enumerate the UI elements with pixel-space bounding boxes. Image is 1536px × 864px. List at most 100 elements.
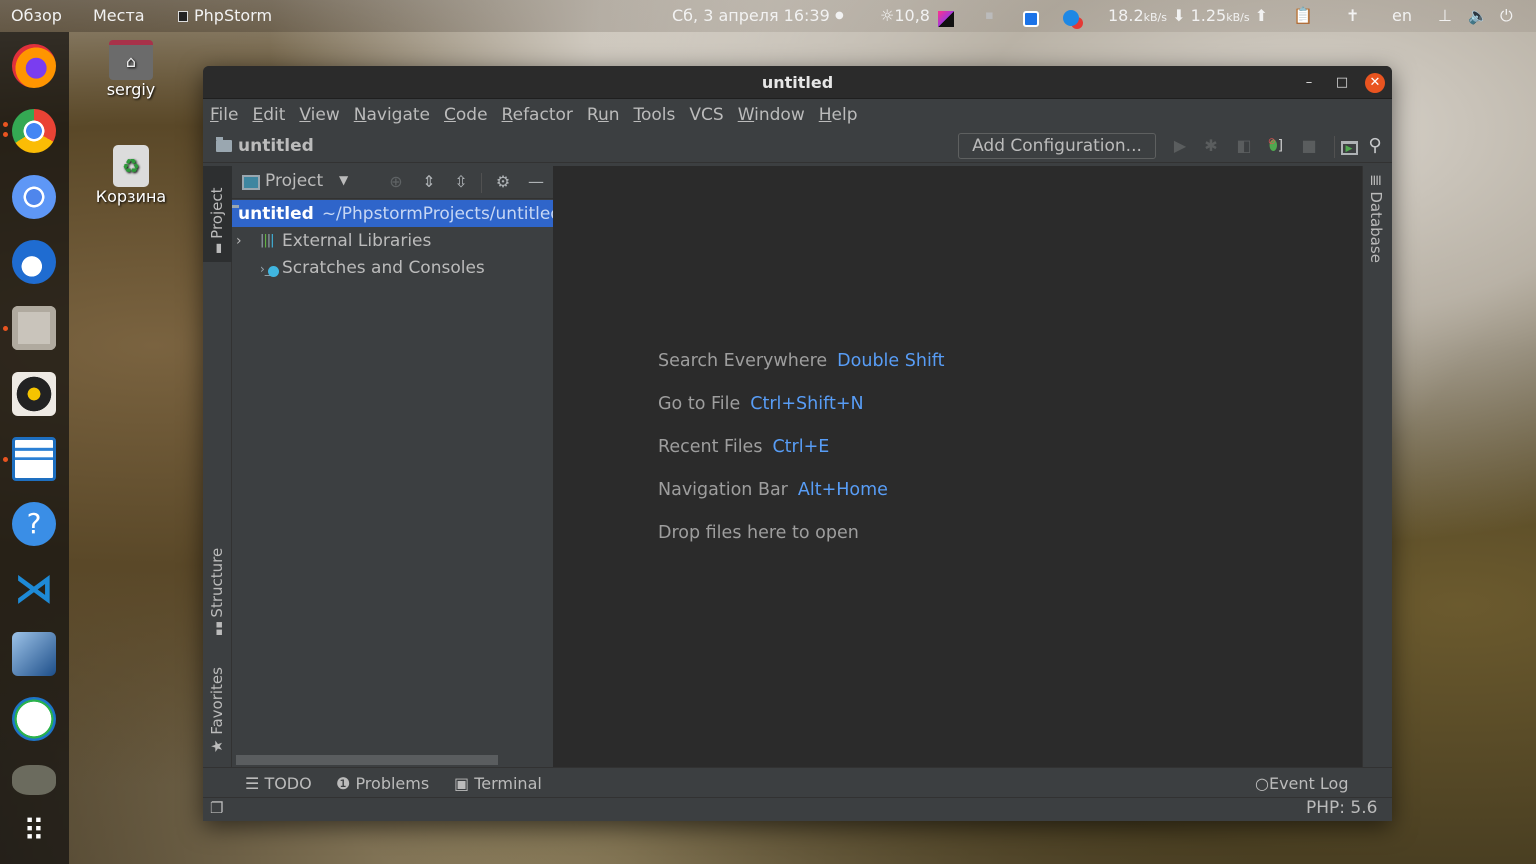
stop-icon[interactable]: ■ bbox=[1299, 136, 1319, 156]
tool-window-favorites-button[interactable]: ★ Favorites bbox=[203, 661, 232, 757]
menu-vcs[interactable]: VCS bbox=[689, 105, 723, 125]
virtualbox-icon[interactable] bbox=[12, 632, 56, 676]
hide-panel-icon[interactable]: — bbox=[527, 173, 545, 191]
breadcrumb[interactable]: untitled bbox=[216, 136, 314, 156]
tree-item-project-root[interactable]: untitled ~/PhpstormProjects/untitled bbox=[232, 200, 553, 227]
tree-item-label: untitled bbox=[238, 203, 314, 224]
shortcut-link[interactable]: Double Shift bbox=[837, 351, 944, 371]
weather-indicator[interactable]: ☼10,8 bbox=[880, 6, 930, 25]
shortcut-link[interactable]: Ctrl+E bbox=[772, 437, 829, 457]
network-speed-indicator[interactable]: 18.2kB/s ⬇ 1.25kB/s ⬆ bbox=[1108, 6, 1268, 25]
toggle-tool-windows-icon[interactable]: ❐ bbox=[210, 799, 223, 817]
volume-icon[interactable]: 🔈 bbox=[1468, 6, 1488, 25]
tool-label: Problems bbox=[355, 774, 430, 793]
terminal-window-icon[interactable]: ▶ bbox=[1339, 136, 1359, 156]
folder-icon: ▬ bbox=[211, 238, 225, 254]
places-menu[interactable]: Места bbox=[93, 6, 145, 25]
tree-item-external-libraries[interactable]: › |||| External Libraries bbox=[232, 227, 553, 254]
hint-navigation-bar: Navigation Bar Alt+Home bbox=[658, 480, 888, 500]
help-icon[interactable]: ? bbox=[12, 502, 56, 546]
thunderbird-icon[interactable] bbox=[12, 240, 56, 284]
menu-refactor[interactable]: Refactor bbox=[502, 105, 573, 125]
menu-window[interactable]: Window bbox=[738, 105, 805, 125]
tool-window-todo-button[interactable]: ☰ TODO bbox=[245, 774, 312, 793]
accessibility-icon[interactable]: ✝ bbox=[1346, 6, 1359, 25]
add-configuration-button[interactable]: Add Configuration... bbox=[958, 133, 1156, 159]
run-with-coverage-icon[interactable]: ◧ bbox=[1234, 136, 1254, 156]
tool-window-terminal-button[interactable]: ▣ Terminal bbox=[454, 774, 542, 793]
weather-temp: 10,8 bbox=[894, 6, 930, 25]
remote-desktop-icon[interactable] bbox=[12, 697, 56, 741]
shortcut-link[interactable]: Alt+Home bbox=[798, 480, 888, 500]
debug-icon[interactable]: ✱ bbox=[1201, 136, 1221, 156]
run-icon[interactable]: ▶ bbox=[1170, 136, 1190, 156]
status-bar: ❐ PHP: 5.6 bbox=[203, 797, 1392, 821]
notification-dot-icon: ● bbox=[835, 10, 844, 21]
tool-window-database-button[interactable]: ≣ Database bbox=[1365, 174, 1392, 270]
clipboard-icon[interactable]: 📋 bbox=[1293, 6, 1313, 25]
minimize-button[interactable]: – bbox=[1299, 73, 1319, 93]
menu-help[interactable]: Help bbox=[819, 105, 858, 125]
files-icon[interactable] bbox=[12, 306, 56, 350]
search-everywhere-icon[interactable]: ⚲ bbox=[1365, 136, 1385, 156]
star-icon: ★ bbox=[208, 734, 226, 753]
chromium-icon[interactable] bbox=[12, 175, 56, 219]
jetbrains-toolbox-icon[interactable] bbox=[938, 8, 954, 27]
tool-window-structure-button[interactable]: ▪▪ Structure bbox=[203, 544, 232, 640]
gimp-icon[interactable] bbox=[12, 765, 56, 795]
menu-run[interactable]: Run bbox=[587, 105, 620, 125]
project-view-selector[interactable]: Project bbox=[265, 171, 323, 191]
tool-window-problems-button[interactable]: ❶ Problems bbox=[336, 774, 429, 793]
desktop-trash[interactable]: ♻ Корзина bbox=[92, 145, 170, 206]
app-menu[interactable]: PhpStorm bbox=[178, 6, 272, 25]
php-language-level[interactable]: PHP: 5.6 bbox=[1306, 798, 1377, 818]
php-debug-listen-icon[interactable]: ⊘ ⬮] bbox=[1266, 136, 1286, 156]
menu-edit[interactable]: Edit bbox=[252, 105, 285, 125]
chrome-icon[interactable] bbox=[12, 109, 56, 153]
gear-icon[interactable]: ⚙ bbox=[494, 173, 512, 191]
title-bar[interactable]: untitled – □ ✕ bbox=[203, 66, 1392, 99]
menu-code[interactable]: Code bbox=[444, 105, 488, 125]
shortcut-link[interactable]: Ctrl+Shift+N bbox=[750, 394, 863, 414]
close-button[interactable]: ✕ bbox=[1365, 73, 1385, 93]
camera-tray-icon[interactable]: ▪ bbox=[985, 8, 994, 23]
chevron-down-icon[interactable]: ▼ bbox=[339, 173, 348, 187]
menu-navigate[interactable]: Navigate bbox=[354, 105, 430, 125]
record-tray-icon[interactable] bbox=[1063, 7, 1079, 26]
vscode-icon[interactable]: ⋊ bbox=[12, 567, 56, 611]
stripe-label: Favorites bbox=[208, 667, 226, 735]
writer-icon[interactable] bbox=[12, 437, 56, 481]
locate-file-icon[interactable]: ⊕ bbox=[387, 173, 405, 191]
collapse-all-icon[interactable]: ⇳ bbox=[452, 173, 470, 191]
editor-empty-area[interactable]: Search Everywhere Double Shift Go to File… bbox=[554, 166, 1362, 767]
tool-label: Event Log bbox=[1268, 774, 1349, 793]
project-tool-window: Project ▼ ⊕ ⇕ ⇳ ⚙ — untitled ~/PhpstormP… bbox=[232, 166, 554, 767]
tree-item-label: Scratches and Consoles bbox=[282, 257, 485, 278]
menu-file[interactable]: File bbox=[210, 105, 238, 125]
hint-search-everywhere: Search Everywhere Double Shift bbox=[658, 351, 945, 371]
expand-all-icon[interactable]: ⇕ bbox=[420, 173, 438, 191]
maximize-button[interactable]: □ bbox=[1332, 73, 1352, 93]
database-icon: ≣ bbox=[1367, 174, 1385, 192]
keyboard-layout[interactable]: en bbox=[1392, 6, 1412, 25]
menu-view[interactable]: View bbox=[299, 105, 339, 125]
teamviewer-tray-icon[interactable] bbox=[1023, 8, 1039, 27]
tool-window-event-log-button[interactable]: ○Event Log bbox=[1255, 774, 1348, 793]
chevron-right-icon[interactable]: › bbox=[232, 233, 260, 249]
network-icon[interactable]: ⊥ bbox=[1438, 6, 1452, 25]
firefox-icon[interactable] bbox=[12, 44, 56, 88]
window-title: untitled bbox=[761, 73, 834, 92]
horizontal-scrollbar[interactable] bbox=[236, 755, 498, 765]
app-grid-icon[interactable]: ⠿ bbox=[12, 810, 56, 854]
datetime-clock[interactable]: Сб, 3 апреля 16:39 bbox=[672, 6, 830, 25]
power-icon[interactable]: ⏻ bbox=[1500, 6, 1513, 26]
arrow-down-icon: ⬇ bbox=[1172, 6, 1186, 25]
tree-item-scratches[interactable]: ›_ Scratches and Consoles bbox=[232, 254, 553, 281]
desktop-home-folder[interactable]: ⌂ sergiy bbox=[92, 40, 170, 99]
rhythmbox-icon[interactable] bbox=[12, 372, 56, 416]
activities-button[interactable]: Обзор bbox=[11, 6, 62, 25]
menu-tools[interactable]: Tools bbox=[634, 105, 676, 125]
phpstorm-small-icon bbox=[178, 11, 188, 22]
tool-window-project-button[interactable]: ▬ Project bbox=[203, 166, 232, 262]
running-indicator bbox=[3, 457, 8, 462]
